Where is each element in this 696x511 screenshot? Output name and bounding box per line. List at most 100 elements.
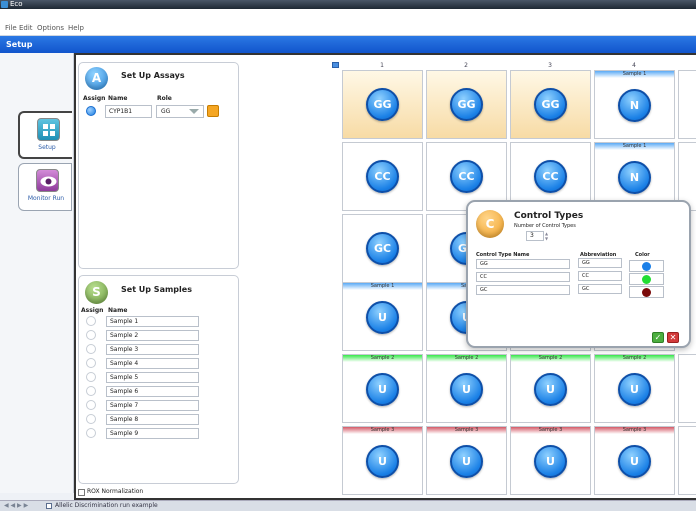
nav-arrows[interactable]: ◀ ◀ ▶ ▶ — [4, 501, 28, 511]
window-title: Eco — [10, 0, 23, 8]
nav-setup-label: Setup — [38, 144, 56, 151]
plate-col-header: 2 — [464, 62, 468, 69]
plate-well[interactable]: GG — [510, 70, 591, 139]
plate-well[interactable]: Sample 1 U — [342, 282, 423, 351]
well-sample-label: Sample 1 — [595, 71, 674, 78]
control-name-field[interactable]: GC — [476, 285, 570, 295]
spinner-down-icon[interactable]: ▼ — [545, 236, 552, 241]
cancel-button[interactable]: ✕ — [667, 332, 679, 343]
well-genotype-circle: GG — [450, 88, 483, 121]
well-genotype-circle: GG — [534, 88, 567, 121]
plate-well[interactable]: GG — [342, 70, 423, 139]
control-count-label: Number of Control Types — [514, 223, 576, 229]
sample-name-field[interactable]: Sample 6 — [106, 386, 199, 397]
plate-menu-icon[interactable] — [332, 62, 339, 68]
sample-assign-radio[interactable] — [86, 344, 96, 354]
control-abbr-field[interactable]: CC — [578, 271, 622, 281]
well-genotype-circle: U — [450, 373, 483, 406]
control-count-spinner[interactable]: ▲ ▼ — [545, 231, 552, 241]
menu-file[interactable]: File — [5, 24, 17, 32]
well-genotype-circle: U — [366, 301, 399, 334]
well-genotype-circle: U — [534, 373, 567, 406]
plate-well[interactable]: Sample 3 U — [342, 426, 423, 495]
app-icon — [1, 1, 8, 8]
sample-assign-radio[interactable] — [86, 428, 96, 438]
well-genotype-circle: N — [618, 89, 651, 122]
plate-well[interactable]: GG — [426, 70, 507, 139]
sample-assign-radio[interactable] — [86, 372, 96, 382]
plate-well[interactable]: Sample 2 U — [510, 354, 591, 423]
nav-setup-button[interactable]: Setup — [18, 111, 72, 159]
control-color-swatch[interactable] — [629, 286, 664, 298]
control-name-field[interactable]: GG — [476, 259, 570, 269]
plate-well-partial[interactable] — [678, 70, 696, 139]
sample-name-field[interactable]: Sample 1 — [106, 316, 199, 327]
assay-role-select[interactable]: GG — [156, 105, 204, 118]
control-abbr-field[interactable]: GC — [578, 284, 622, 294]
well-sample-label: Sample 3 — [343, 427, 422, 434]
setup-grid-icon — [37, 118, 60, 141]
sample-assign-radio[interactable] — [86, 358, 96, 368]
edit-control-types-button[interactable] — [207, 105, 219, 117]
sample-assign-radio[interactable] — [86, 316, 96, 326]
control-abbr-field[interactable]: GG — [578, 258, 622, 268]
plate-well[interactable]: Sample 2 U — [426, 354, 507, 423]
control-types-dialog: C Control Types Number of Control Types … — [466, 200, 691, 348]
well-sample-label: Sample 2 — [343, 355, 422, 362]
well-sample-label: Sample 3 — [427, 427, 506, 434]
rox-label: ROX Normalization — [87, 488, 144, 495]
assay-role-value: GG — [161, 108, 171, 115]
sample-assign-radio[interactable] — [86, 414, 96, 424]
plate-col-header: 3 — [548, 62, 552, 69]
control-count-input[interactable]: 3 — [526, 231, 544, 241]
plate-well-partial[interactable] — [678, 426, 696, 495]
control-types-badge: C — [476, 210, 504, 238]
well-sample-label: Sample 3 — [511, 427, 590, 434]
plate-well-partial[interactable] — [678, 354, 696, 423]
nav-monitor-run-label: Monitor Run — [27, 195, 65, 202]
sample-name-field[interactable]: Sample 9 — [106, 428, 199, 439]
sample-name-field[interactable]: Sample 8 — [106, 414, 199, 425]
assays-panel: A Set Up Assays Assign Name Role CYP1B1 … — [78, 62, 239, 269]
assays-name-header: Name — [108, 95, 128, 102]
plate-well[interactable]: Sample 2 U — [594, 354, 675, 423]
run-tab[interactable]: Allelic Discrimination run example — [55, 501, 158, 511]
plate-col-header: 4 — [632, 62, 636, 69]
rox-checkbox[interactable] — [78, 489, 85, 496]
sample-name-field[interactable]: Sample 5 — [106, 372, 199, 383]
sample-name-field[interactable]: Sample 4 — [106, 358, 199, 369]
plate-well[interactable]: GC — [342, 214, 423, 283]
well-sample-label: Sample 2 — [511, 355, 590, 362]
control-color-swatch[interactable] — [629, 273, 664, 285]
setup-header: Setup — [0, 36, 696, 53]
window-titlebar: Eco — [0, 0, 696, 9]
sample-assign-radio[interactable] — [86, 400, 96, 410]
plate-well[interactable]: Sample 3 U — [426, 426, 507, 495]
control-name-field[interactable]: CC — [476, 272, 570, 282]
assays-role-header: Role — [157, 95, 172, 102]
plate-well[interactable]: CC — [342, 142, 423, 211]
menu-options[interactable]: Options — [37, 24, 64, 32]
ok-button[interactable]: ✓ — [652, 332, 664, 343]
plate-well[interactable]: Sample 3 U — [594, 426, 675, 495]
menu-help[interactable]: Help — [68, 24, 84, 32]
status-bar: ◀ ◀ ▶ ▶ Allelic Discrimination run examp… — [0, 500, 696, 511]
control-color-swatch[interactable] — [629, 260, 664, 272]
sample-assign-radio[interactable] — [86, 330, 96, 340]
sample-name-field[interactable]: Sample 2 — [106, 330, 199, 341]
samples-title: Set Up Samples — [121, 285, 192, 294]
well-sample-label: Sample 2 — [427, 355, 506, 362]
dialog-title: Control Types — [514, 211, 584, 221]
menu-edit[interactable]: Edit — [19, 24, 33, 32]
plate-well[interactable]: Sample 1 N — [594, 70, 675, 139]
assay-assign-radio[interactable] — [86, 106, 96, 116]
well-genotype-circle: U — [534, 445, 567, 478]
sample-name-field[interactable]: Sample 7 — [106, 400, 199, 411]
sample-name-field[interactable]: Sample 3 — [106, 344, 199, 355]
plate-col-header: 1 — [380, 62, 384, 69]
assay-name-field[interactable]: CYP1B1 — [105, 105, 152, 118]
sample-assign-radio[interactable] — [86, 386, 96, 396]
plate-well[interactable]: Sample 3 U — [510, 426, 591, 495]
plate-well[interactable]: Sample 2 U — [342, 354, 423, 423]
nav-monitor-run-button[interactable]: Monitor Run — [18, 163, 72, 211]
